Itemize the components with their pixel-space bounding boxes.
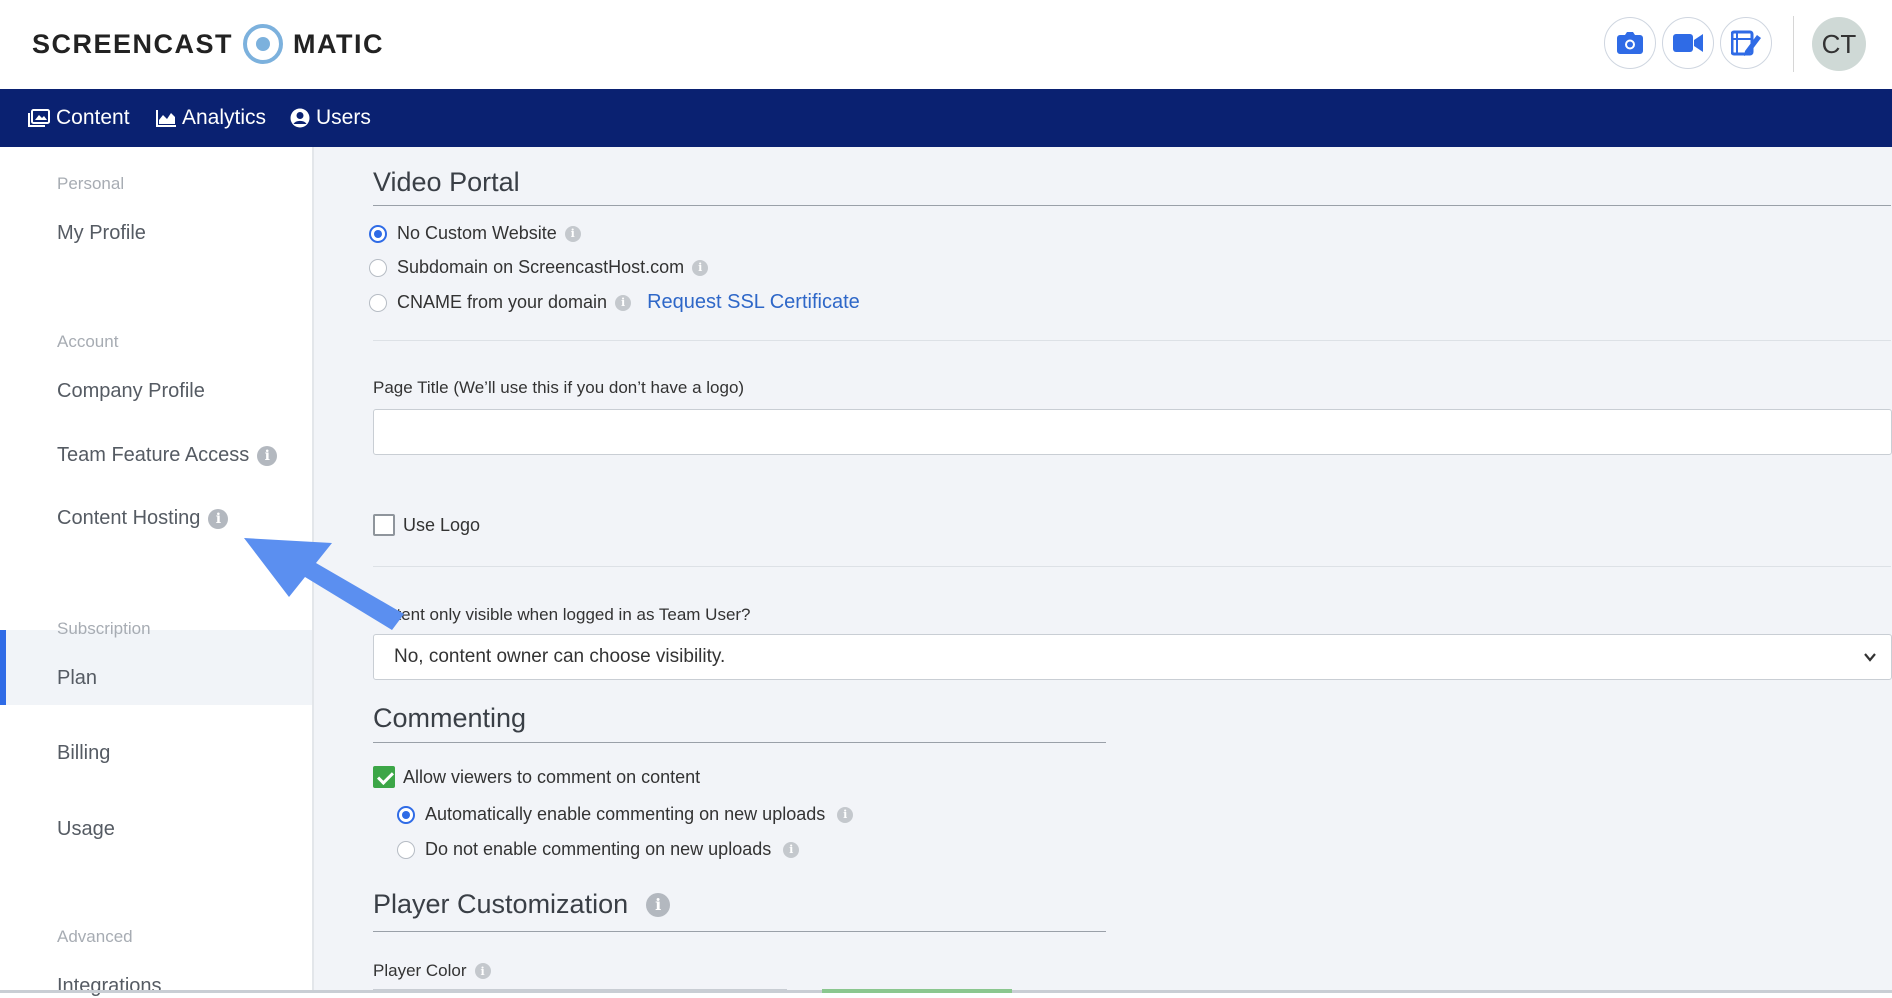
avatar[interactable]: CT: [1812, 17, 1866, 71]
chevron-down-icon: [1864, 653, 1876, 662]
page-title-input[interactable]: [373, 409, 1892, 455]
sidebar-heading-personal: Personal: [57, 174, 125, 193]
info-icon[interactable]: i: [474, 963, 491, 979]
player-customization-title: Player Customization i: [373, 889, 671, 920]
sidebar-heading-advanced: Advanced: [57, 927, 133, 946]
sidebar-item-team-feature-access[interactable]: Team Feature Access i: [57, 444, 278, 467]
analytics-icon: [156, 110, 176, 127]
content-hosting-panel: Video Portal No Custom Website i Subdoma…: [314, 147, 1892, 993]
sidebar-item-integrations[interactable]: Integrations: [57, 975, 162, 998]
sidebar-item-label: Team Feature Access: [57, 444, 250, 466]
sidebar-item-label: Plan: [57, 667, 98, 689]
info-icon[interactable]: i: [208, 508, 229, 529]
option-label: Subdomain on ScreencastHost.com: [397, 257, 685, 277]
option-label: Do not enable commenting on new uploads: [425, 839, 772, 859]
nav-users-label: Users: [316, 106, 371, 129]
section-rule: [373, 931, 1106, 932]
player-color-input-edge[interactable]: [373, 989, 787, 993]
header-divider: [1793, 16, 1794, 72]
app-logo[interactable]: SCREENCAST MATIC: [32, 20, 384, 68]
info-icon[interactable]: i: [564, 225, 581, 242]
sidebar-item-label: My Profile: [57, 222, 146, 244]
player-color-swatch-edge[interactable]: [822, 989, 1012, 993]
sidebar-item-label: Billing: [57, 742, 111, 764]
visibility-select[interactable]: No, content owner can choose visibility.: [373, 634, 1892, 680]
option-label: CNAME from your domain: [397, 292, 608, 312]
video-edit-icon: [1731, 30, 1761, 56]
top-header: SCREENCAST MATIC CT: [0, 0, 1892, 90]
sidebar-heading-subscription: Subscription: [57, 619, 151, 638]
info-icon[interactable]: i: [615, 294, 632, 311]
radio-unselected[interactable]: [397, 840, 415, 859]
annotation-arrow-icon: [244, 538, 404, 630]
nav-content-label: Content: [56, 106, 130, 129]
sidebar-item-my-profile[interactable]: My Profile: [57, 222, 146, 245]
sidebar-item-billing[interactable]: Billing: [57, 742, 110, 765]
option-cname[interactable]: CNAME from your domain i Request SSL Cer…: [369, 291, 860, 314]
user-circle-icon: [290, 108, 310, 128]
player-color-label: Player Color: [373, 961, 467, 980]
sidebar-item-plan[interactable]: Plan: [57, 667, 97, 690]
active-item-indicator: [0, 630, 6, 705]
option-no-enable-comments[interactable]: Do not enable commenting on new uploads …: [397, 839, 800, 860]
radio-unselected[interactable]: [369, 258, 387, 277]
record-button[interactable]: [1662, 17, 1714, 69]
request-ssl-link[interactable]: Request SSL Certificate: [647, 291, 860, 314]
sidebar-heading-account: Account: [57, 332, 119, 351]
section-rule: [373, 205, 1891, 206]
screenshot-button[interactable]: [1604, 17, 1656, 69]
active-item-highlight: [0, 630, 312, 705]
nav-analytics[interactable]: Analytics: [156, 89, 266, 147]
sidebar-item-label: Usage: [57, 818, 115, 840]
nav-content[interactable]: Content: [28, 89, 130, 147]
divider: [373, 566, 1891, 567]
sidebar-item-label: Integrations: [57, 975, 162, 997]
section-rule: [373, 742, 1106, 743]
info-icon[interactable]: i: [692, 259, 709, 276]
nav-users[interactable]: Users: [290, 89, 371, 147]
radio-selected[interactable]: [369, 224, 387, 243]
page-title-label: Page Title (We’ll use this if you don’t …: [373, 378, 745, 397]
main-nav: Content Analytics Users: [0, 89, 1892, 147]
content-icon: [28, 109, 50, 127]
sidebar-item-content-hosting[interactable]: Content Hosting i: [57, 507, 229, 530]
sidebar-item-usage[interactable]: Usage: [57, 818, 115, 841]
logo-mark-icon: [243, 24, 284, 64]
video-portal-title: Video Portal: [373, 167, 520, 197]
info-icon[interactable]: i: [257, 445, 278, 466]
sidebar-item-company-profile[interactable]: Company Profile: [57, 380, 205, 403]
nav-analytics-label: Analytics: [182, 106, 267, 129]
info-icon[interactable]: i: [646, 892, 671, 917]
option-auto-enable-comments[interactable]: Automatically enable commenting on new u…: [397, 804, 854, 825]
radio-selected[interactable]: [397, 805, 415, 824]
video-camera-icon: [1673, 34, 1703, 52]
visibility-selected-value: No, content owner can choose visibility.: [394, 646, 726, 667]
info-icon[interactable]: i: [837, 806, 854, 823]
commenting-title: Commenting: [373, 703, 527, 733]
allow-comments-label: Allow viewers to comment on content: [403, 766, 701, 787]
editor-button[interactable]: [1720, 17, 1772, 69]
player-color-row: Player Color i: [373, 961, 491, 981]
divider: [373, 340, 1891, 341]
logo-text-left: SCREENCAST: [32, 28, 234, 59]
player-customization-label: Player Customization: [373, 889, 629, 919]
option-no-custom-website[interactable]: No Custom Website i: [369, 223, 581, 244]
allow-comments-row[interactable]: Allow viewers to comment on content: [373, 766, 700, 788]
sidebar-item-label: Content Hosting: [57, 507, 201, 529]
option-subdomain[interactable]: Subdomain on ScreencastHost.com i: [369, 257, 709, 278]
option-label: No Custom Website: [397, 223, 557, 243]
option-label: Automatically enable commenting on new u…: [425, 804, 826, 824]
info-icon[interactable]: i: [783, 841, 800, 858]
allow-comments-checkbox[interactable]: [373, 766, 395, 788]
use-logo-label: Use Logo: [403, 514, 481, 535]
radio-unselected[interactable]: [369, 293, 387, 312]
sidebar-item-label: Company Profile: [57, 380, 205, 402]
camera-icon: [1617, 32, 1643, 54]
logo-text-right: MATIC: [293, 28, 385, 59]
visibility-label: ntent only visible when logged in as Tea…: [387, 605, 751, 624]
